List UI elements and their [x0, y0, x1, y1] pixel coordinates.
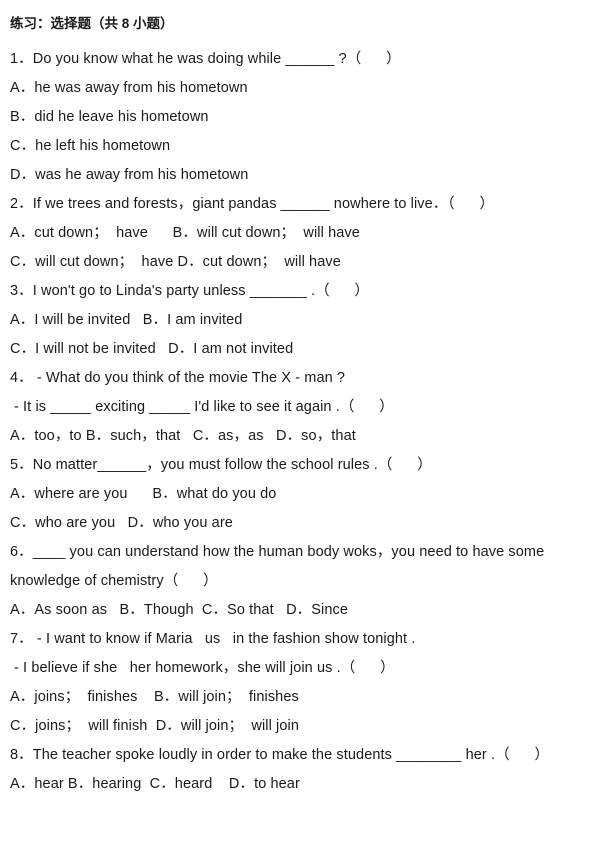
text-line: A．hear B．hearing C．heard D．to hear — [10, 776, 300, 792]
text-line: 2．If we trees and forests，giant pandas _… — [10, 196, 495, 212]
text-line: - It is _____ exciting _____ I'd like to… — [14, 399, 394, 415]
text-line: 7． - I want to know if Maria us in the f… — [10, 631, 416, 647]
text-line: C．will cut down； have D．cut down； will h… — [10, 254, 341, 270]
text-line: 6．____ you can understand how the human … — [10, 544, 545, 560]
text-line: A．too，to B．such，that C．as，as D．so，that — [10, 428, 356, 444]
text-line: A．joins； finishes B．will join； finishes — [10, 689, 299, 705]
text-line: - I believe if she her homework，she will… — [14, 660, 395, 676]
text-line: 3．I won't go to Linda's party unless ___… — [10, 283, 370, 299]
text-line: A．he was away from his hometown — [10, 80, 248, 96]
text-line: A．cut down； have B．will cut down； will h… — [10, 225, 360, 241]
page-title: 练习：选择题（共 8 小题） — [10, 16, 174, 31]
text-line: C．joins； will finish D．will join； will j… — [10, 718, 300, 734]
text-line: 4． - What do you think of the movie The … — [10, 370, 346, 386]
text-line: A．I will be invited B．I am invited — [10, 312, 243, 328]
worksheet-page: 练习：选择题（共 8 小题） 1．Do you know what he was… — [0, 0, 596, 863]
text-line: 5．No matter______，you must follow the sc… — [10, 457, 432, 473]
text-line: 8．The teacher spoke loudly in order to m… — [10, 747, 550, 763]
text-line: 1．Do you know what he was doing while __… — [10, 51, 401, 67]
text-line: knowledge of chemistry（ ） — [10, 573, 218, 589]
text-line: A．As soon as B．Though C．So that D．Since — [10, 602, 349, 618]
text-line: A．where are you B．what do you do — [10, 486, 277, 502]
text-line: B．did he leave his hometown — [10, 109, 209, 125]
text-line: C．he left his hometown — [10, 138, 171, 154]
text-line: C．I will not be invited D．I am not invit… — [10, 341, 294, 357]
text-line: C．who are you D．who you are — [10, 515, 233, 531]
text-line: D．was he away from his hometown — [10, 167, 249, 183]
